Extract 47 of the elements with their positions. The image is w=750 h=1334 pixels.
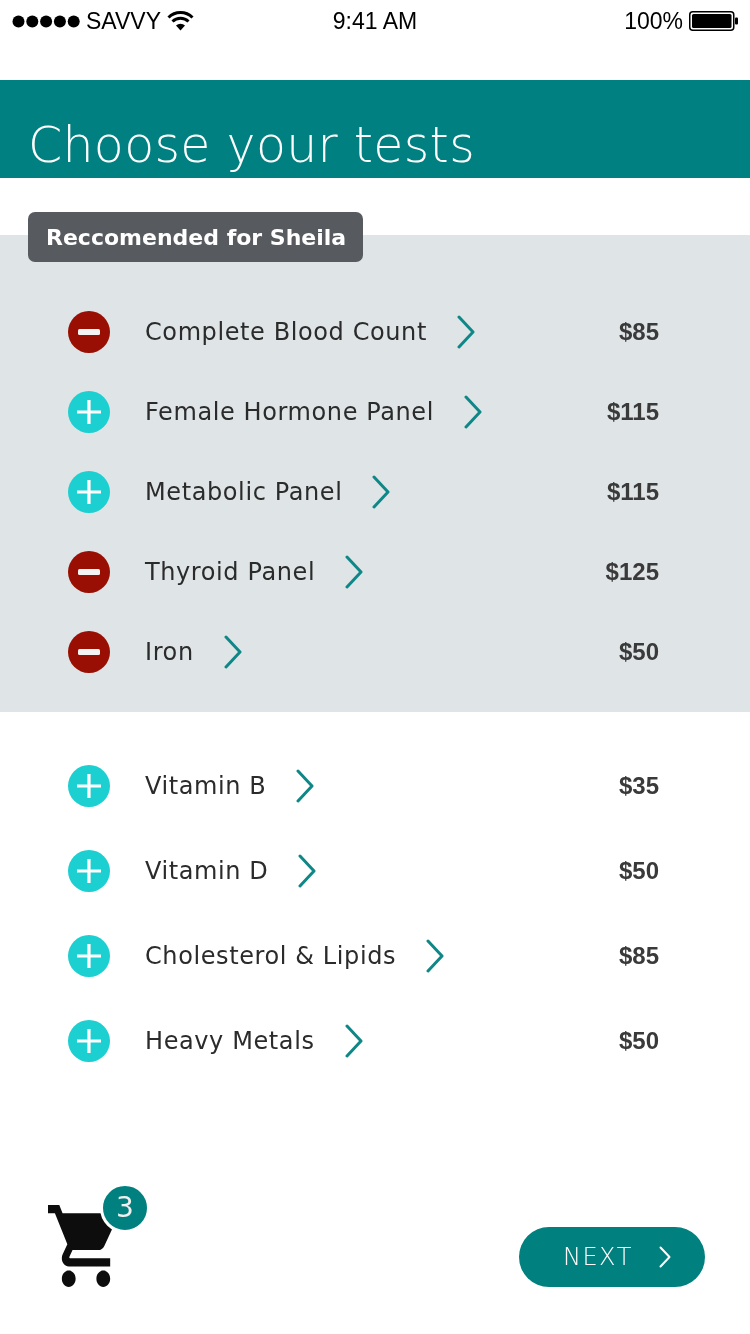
chevron-right-icon[interactable] <box>345 555 364 589</box>
chevron-right-icon[interactable] <box>456 315 475 349</box>
test-price: $85 <box>618 318 659 346</box>
battery-icon <box>689 11 738 31</box>
plus-circle-icon[interactable] <box>68 471 110 513</box>
test-price: $85 <box>618 941 659 970</box>
chevron-right-icon[interactable] <box>296 768 315 803</box>
page-title: Choose your tests <box>28 121 475 170</box>
test-price: $50 <box>618 856 659 885</box>
wifi-icon <box>167 11 194 31</box>
test-price: $35 <box>618 771 659 800</box>
test-name: Cholesterol & Lipids <box>145 941 397 970</box>
chevron-right-icon[interactable] <box>223 635 242 669</box>
carrier-name: SAVVY <box>86 7 161 35</box>
status-time: 9:41 AM <box>332 7 418 35</box>
chevron-right-icon[interactable] <box>344 1023 363 1058</box>
plus-circle-icon[interactable] <box>68 391 110 433</box>
minus-circle-icon[interactable] <box>68 311 110 353</box>
plus-circle-icon[interactable] <box>68 849 110 892</box>
minus-circle-icon[interactable] <box>68 631 110 673</box>
test-name: Heavy Metals <box>145 1026 315 1055</box>
test-name: Iron <box>145 638 194 666</box>
chevron-right-icon[interactable] <box>298 853 317 888</box>
chevron-right-icon[interactable] <box>464 395 482 429</box>
test-name: Vitamin D <box>145 856 269 885</box>
test-name: Metabolic Panel <box>145 478 343 506</box>
chevron-right-icon[interactable] <box>372 475 391 509</box>
chevron-right-icon[interactable] <box>426 938 445 973</box>
plus-circle-icon[interactable] <box>68 934 110 977</box>
test-name: Complete Blood Count <box>145 318 427 346</box>
plus-circle-icon[interactable] <box>68 764 110 807</box>
test-name: Thyroid Panel <box>145 558 316 586</box>
cart-count-badge: 3 <box>100 1183 150 1233</box>
test-name: Female Hormone Panel <box>145 398 434 426</box>
test-price: $50 <box>618 1026 659 1055</box>
plus-circle-icon[interactable] <box>68 1019 110 1062</box>
chevron-right-icon <box>658 1246 671 1268</box>
battery-percent: 100% <box>624 7 683 35</box>
test-price: $50 <box>618 638 659 666</box>
test-price: $115 <box>606 478 659 506</box>
recommended-badge: Reccomended for Sheila <box>28 212 364 262</box>
minus-circle-icon[interactable] <box>68 551 110 593</box>
test-price: $125 <box>605 558 659 586</box>
test-name: Vitamin B <box>145 771 267 800</box>
signal-icon <box>12 14 80 28</box>
next-button[interactable]: NEXT <box>519 1227 705 1287</box>
test-price: $115 <box>606 398 659 426</box>
